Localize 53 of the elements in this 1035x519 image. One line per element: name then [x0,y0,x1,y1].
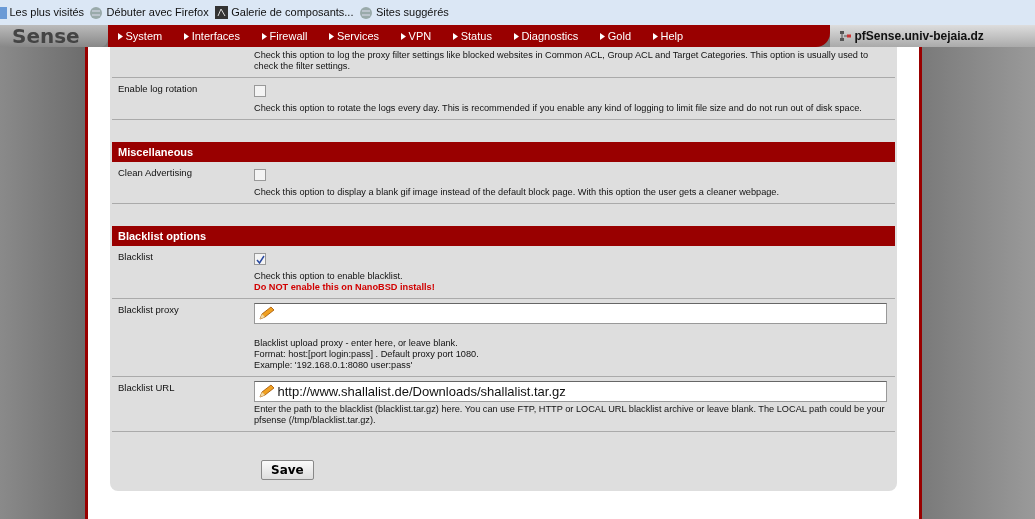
save-button[interactable]: Save [261,460,314,480]
bookmark-link[interactable]: Les plus visités [9,4,85,21]
bookmark-link[interactable]: Sites suggérés [376,4,449,21]
menu-item[interactable]: Help [660,27,684,45]
gallery-icon[interactable] [213,5,229,20]
menu-item[interactable]: Status [460,27,492,45]
triangle-icon [653,32,658,40]
triangle-icon [513,32,519,40]
menu-item[interactable]: Diagnostics [521,27,579,45]
globe-icon[interactable] [358,5,374,20]
bookmark-link[interactable]: Débuter avec Firefox [106,4,209,21]
triangle-icon [184,32,190,40]
help-text: Check this option to rotate the logs every day. This is recommended if you enable any kind of logging to limit file size and do not run out of disk space. [254,103,863,114]
help-text: Blacklist upload proxy - enter here, or leave blank. [254,338,459,349]
field-label: Blacklist proxy [118,304,179,315]
text-field[interactable]: http://www.shallalist.de/Downloads/shallalist.tar.gz [254,381,887,402]
help-text: Format: host:[port login:pass] . Default proxy port 1080. [254,349,480,360]
menu-item[interactable]: VPN [408,27,432,45]
bookmark-link[interactable]: Galerie de composants... [231,4,354,21]
warning-text: Do NOT enable this on NanoBSD installs! [254,282,436,293]
field-label: Clean Advertising [118,167,192,178]
help-text: Example: '192.168.0.1:8080 user:pass' [254,360,414,371]
triangle-icon [600,32,606,40]
triangle-icon [401,32,407,40]
help-text: Enter the path to the blacklist (blacklist.tar.gz) here. You can use FTP, HTTP or LOCAL URL blacklist archive or leave blank. The LOCAL path could be your pfsense (/tmp/blacklist.tar.gz). [254,404,886,426]
pencil-icon [257,383,275,400]
triangle-icon [453,32,459,40]
triangle-icon [118,32,123,40]
triangle-icon [329,32,335,40]
section-header: Miscellaneous [112,142,895,162]
field-label: Enable log rotation [118,83,198,94]
help-text: Check this option to display a blank gif image instead of the default block page. With this option the user gets a cleaner webpage. [254,187,781,198]
globe-icon[interactable] [89,5,105,20]
pencil-icon [257,305,275,322]
menu-item[interactable]: System [125,27,163,45]
menu-item[interactable]: Services [336,27,380,45]
checkbox[interactable] [254,169,266,181]
triangle-icon [262,32,267,40]
menu-item[interactable]: Firewall [269,27,308,45]
section-header: Blacklist options [112,226,895,246]
menu-item[interactable]: Interfaces [191,27,240,45]
field-label: Blacklist URL [118,382,175,393]
hostname: pfSense.univ-bejaia.dz [854,28,984,45]
help-text: Check this option to log the proxy filter settings like blocked websites in Common ACL, Group ACL and Target Categories. This option is usually used to check the filter settings. [254,50,870,72]
checkbox[interactable] [254,253,266,265]
checkbox[interactable] [254,85,266,97]
page-icon[interactable] [0,5,7,20]
help-text: Check this option to enable blacklist. [254,271,404,282]
logo-text: Sense [0,25,108,47]
menu-item[interactable]: Gold [607,27,631,45]
field-label: Blacklist [118,251,153,262]
network-icon [840,30,852,42]
text-field[interactable] [254,303,887,324]
